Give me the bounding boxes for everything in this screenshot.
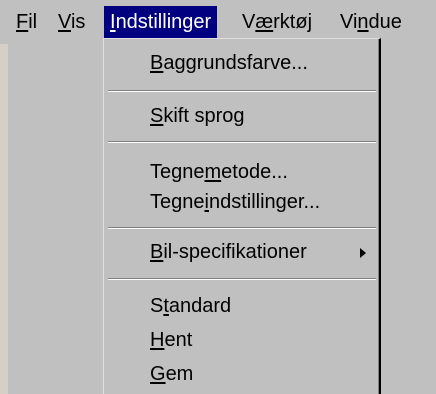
window-edge [0, 44, 8, 394]
menu-separator [108, 90, 376, 92]
menu-item-standard[interactable]: Standard [104, 289, 374, 323]
menu-item-bil-specifikationer[interactable]: Bil-specifikationer [104, 235, 374, 269]
menu-fil[interactable]: Fil [10, 6, 43, 38]
menu-vindue[interactable]: Vindue [334, 6, 408, 38]
menu-item-baggrundsfarve[interactable]: Baggrundsfarve... [104, 46, 374, 80]
submenu-arrow-icon [360, 248, 366, 258]
menu-vis[interactable]: Vis [52, 6, 91, 38]
menu-vaerktoej[interactable]: Værktøj [236, 6, 318, 38]
menu-item-skift-sprog[interactable]: Skift sprog [104, 99, 374, 133]
menu-separator [108, 141, 376, 143]
menu-item-hent[interactable]: Hent [104, 323, 374, 357]
menu-item-tegnemetode[interactable]: Tegnemetode... [104, 155, 374, 189]
menu-item-tegneindstillinger[interactable]: Tegneindstillinger... [104, 185, 374, 219]
menu-separator [108, 278, 376, 280]
menu-item-gem[interactable]: Gem [104, 357, 374, 391]
menu-indstillinger[interactable]: Indstillinger [104, 6, 218, 38]
indstillinger-dropdown: Baggrundsfarve... Skift sprog Tegnemetod… [103, 38, 381, 394]
menu-separator [108, 227, 376, 229]
